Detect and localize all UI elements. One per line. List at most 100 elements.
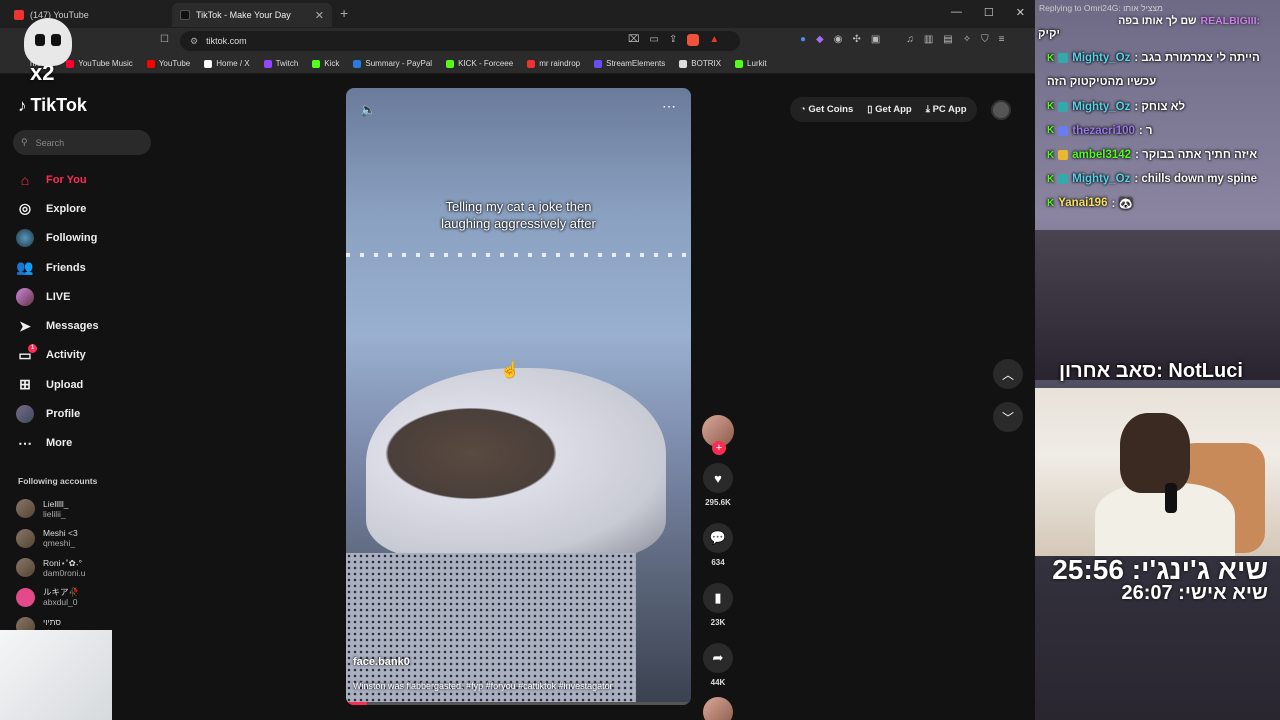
bookmark-item[interactable]: Kick xyxy=(312,59,339,68)
kick-icon: K xyxy=(1047,197,1055,209)
puzzle-icon[interactable]: ✣ xyxy=(852,34,860,45)
pc-app-button[interactable]: ⤓ PC App xyxy=(926,104,967,115)
bookmark-item[interactable]: BOTRIX xyxy=(679,59,721,68)
nav-friends[interactable]: 👥 Friends xyxy=(16,253,156,282)
media-icon[interactable]: ♫ xyxy=(906,34,914,45)
overlay-image xyxy=(0,630,112,720)
bookmark-icon[interactable]: ☐ xyxy=(160,34,169,45)
account-item[interactable]: Meshi <3 qmeshi_ xyxy=(16,524,156,554)
nav-live[interactable]: LIVE xyxy=(16,282,156,311)
tiktok-logo[interactable]: ♪ TikTok xyxy=(18,95,87,116)
close-window-icon[interactable]: ✕ xyxy=(1016,6,1025,19)
more-options-icon[interactable]: ⋯ xyxy=(662,98,677,115)
tiktok-page: ♪ TikTok ⚲ Search ⌂ For You ◎ Explore Fo… xyxy=(0,75,1035,720)
video-player[interactable]: Telling my cat a joke then laughing aggr… xyxy=(346,88,691,705)
leo-icon[interactable]: ✧ xyxy=(963,34,971,45)
personal-record-timer: 26:07 :שיא אישי xyxy=(1121,582,1268,604)
video-author[interactable]: face.bank0 xyxy=(353,656,410,668)
kick-icon xyxy=(446,59,455,68)
bookmark-item[interactable]: Twitch xyxy=(263,59,298,68)
extension-icon[interactable]: ▣ xyxy=(871,34,880,45)
menu-icon[interactable]: ≡ xyxy=(999,34,1005,45)
chat-username: Mighty_Oz xyxy=(1072,52,1131,65)
extensions-bar: ● ◆ ◉ ✣ ▣ ♫ ▥ ▤ ✧ ⛉ ≡ xyxy=(800,34,1004,45)
chat-message: K Mighty_Oz : chills down my spine xyxy=(1047,173,1258,186)
extension-icon[interactable]: ◉ xyxy=(834,34,843,45)
comment-action[interactable]: 💬 634 xyxy=(703,523,733,567)
youtube-icon xyxy=(146,59,155,68)
bookmark-item[interactable]: Home / X xyxy=(204,59,250,68)
extension-icon[interactable]: ● xyxy=(800,34,806,45)
bookmark-item[interactable]: mr raindrop xyxy=(527,59,580,68)
minimize-icon[interactable]: — xyxy=(951,6,962,19)
webcam-feed xyxy=(1035,388,1280,556)
search-placeholder: Search xyxy=(35,137,65,148)
chat-username: ambel3142 xyxy=(1072,149,1132,162)
reply-header: Replying to Omri24G: מצציל אותו xyxy=(1039,3,1163,13)
video-progress-bar[interactable] xyxy=(346,702,691,705)
bookmark-item[interactable]: YouTube xyxy=(146,59,190,68)
share-action[interactable]: ➦ 44K xyxy=(703,643,733,687)
bookmark-item[interactable]: KICK - Forceee xyxy=(446,59,513,68)
wallet-icon[interactable]: ▤ xyxy=(943,34,952,45)
close-tab-icon[interactable]: ✕ xyxy=(315,9,324,22)
tab-tiktok[interactable]: TikTok - Make Your Day ✕ xyxy=(172,3,332,27)
vpn-icon[interactable]: ⛉ xyxy=(981,34,989,45)
comment-icon[interactable]: 💬 xyxy=(703,523,733,553)
kick-icon xyxy=(312,59,321,68)
follow-plus-icon[interactable]: + xyxy=(712,441,726,455)
rewards-icon[interactable]: ▲ xyxy=(709,34,719,46)
friends-icon: 👥 xyxy=(16,259,34,276)
toolbar-left: ☐ xyxy=(160,34,169,45)
maximize-icon[interactable]: ☐ xyxy=(984,6,994,19)
share-icon[interactable]: ⇪ xyxy=(669,34,677,46)
ellipsis-icon: ⋯ xyxy=(18,434,32,451)
nav-for-you[interactable]: ⌂ For You xyxy=(16,165,156,194)
kick-icon: K xyxy=(1047,52,1055,64)
nav-following[interactable]: Following xyxy=(16,224,156,253)
avatar xyxy=(16,558,35,578)
following-accounts-heading: Following accounts xyxy=(18,476,98,486)
translate-icon[interactable]: ⌧ xyxy=(628,34,640,46)
account-item[interactable]: Lielllll_ lielilii_ xyxy=(16,494,156,524)
save-action[interactable]: ▮ 23K xyxy=(703,583,733,627)
ghost-icon xyxy=(24,18,72,66)
get-coins-button[interactable]: ◔ Get Coins xyxy=(800,104,853,115)
site-info-icon[interactable]: ⚙ xyxy=(190,36,198,47)
nav-profile[interactable]: Profile xyxy=(16,399,156,428)
screenshot-icon[interactable]: ▭ xyxy=(650,34,659,46)
creator-avatar[interactable]: + xyxy=(702,415,734,455)
share-arrow-icon[interactable]: ➦ xyxy=(703,643,733,673)
account-item[interactable]: Roni⋆˚✿˖° dam0roni.u xyxy=(16,553,156,583)
get-app-button[interactable]: ▯ Get App xyxy=(867,104,911,115)
bookmark-item[interactable]: Summary - PayPal xyxy=(353,59,432,68)
paypal-icon xyxy=(353,59,362,68)
brave-shield-icon[interactable] xyxy=(687,34,700,46)
nav-activity[interactable]: ▭ 1 Activity xyxy=(16,341,156,370)
twitch-icon xyxy=(263,59,272,68)
extension-icon[interactable]: ◆ xyxy=(816,34,824,45)
save-count: 23K xyxy=(710,618,726,627)
user-avatar[interactable] xyxy=(990,99,1011,120)
previous-video-button[interactable]: ︿ xyxy=(993,359,1023,389)
bookmark-save-icon[interactable]: ▮ xyxy=(703,583,733,613)
bookmark-item[interactable]: StreamElements xyxy=(594,59,665,68)
share-count: 44K xyxy=(710,678,726,687)
nav-explore[interactable]: ◎ Explore xyxy=(16,194,156,223)
sidebar-icon[interactable]: ▥ xyxy=(924,34,933,45)
kick-icon: K xyxy=(1047,125,1055,137)
like-action[interactable]: ♥ 295.6K xyxy=(703,463,733,507)
search-input[interactable]: ⚲ Search xyxy=(13,130,151,155)
nav-messages[interactable]: ➤ Messages xyxy=(16,311,156,340)
volume-icon[interactable]: 🔈 xyxy=(360,102,376,118)
browser-toolbar: ☐ ⚙ tiktok.com ⌧ ▭ ⇪ ▲ ● ◆ ◉ ✣ ▣ ♫ ▥ ▤ ✧… xyxy=(0,28,1035,54)
nav-upload[interactable]: ⊞ Upload xyxy=(16,370,156,399)
heart-icon[interactable]: ♥ xyxy=(703,463,733,493)
account-item[interactable]: ルキア🥀 abxdul_0 xyxy=(16,583,156,613)
nav-more[interactable]: ⋯ More xyxy=(16,429,156,458)
next-video-button[interactable]: ﹀ xyxy=(993,402,1023,432)
bookmark-item[interactable]: Lurkit xyxy=(735,59,767,68)
music-disc[interactable] xyxy=(703,697,733,720)
new-tab-icon[interactable]: + xyxy=(340,5,348,21)
chat-message: עכשיו מהטיקטוק הזה xyxy=(1047,76,1157,89)
